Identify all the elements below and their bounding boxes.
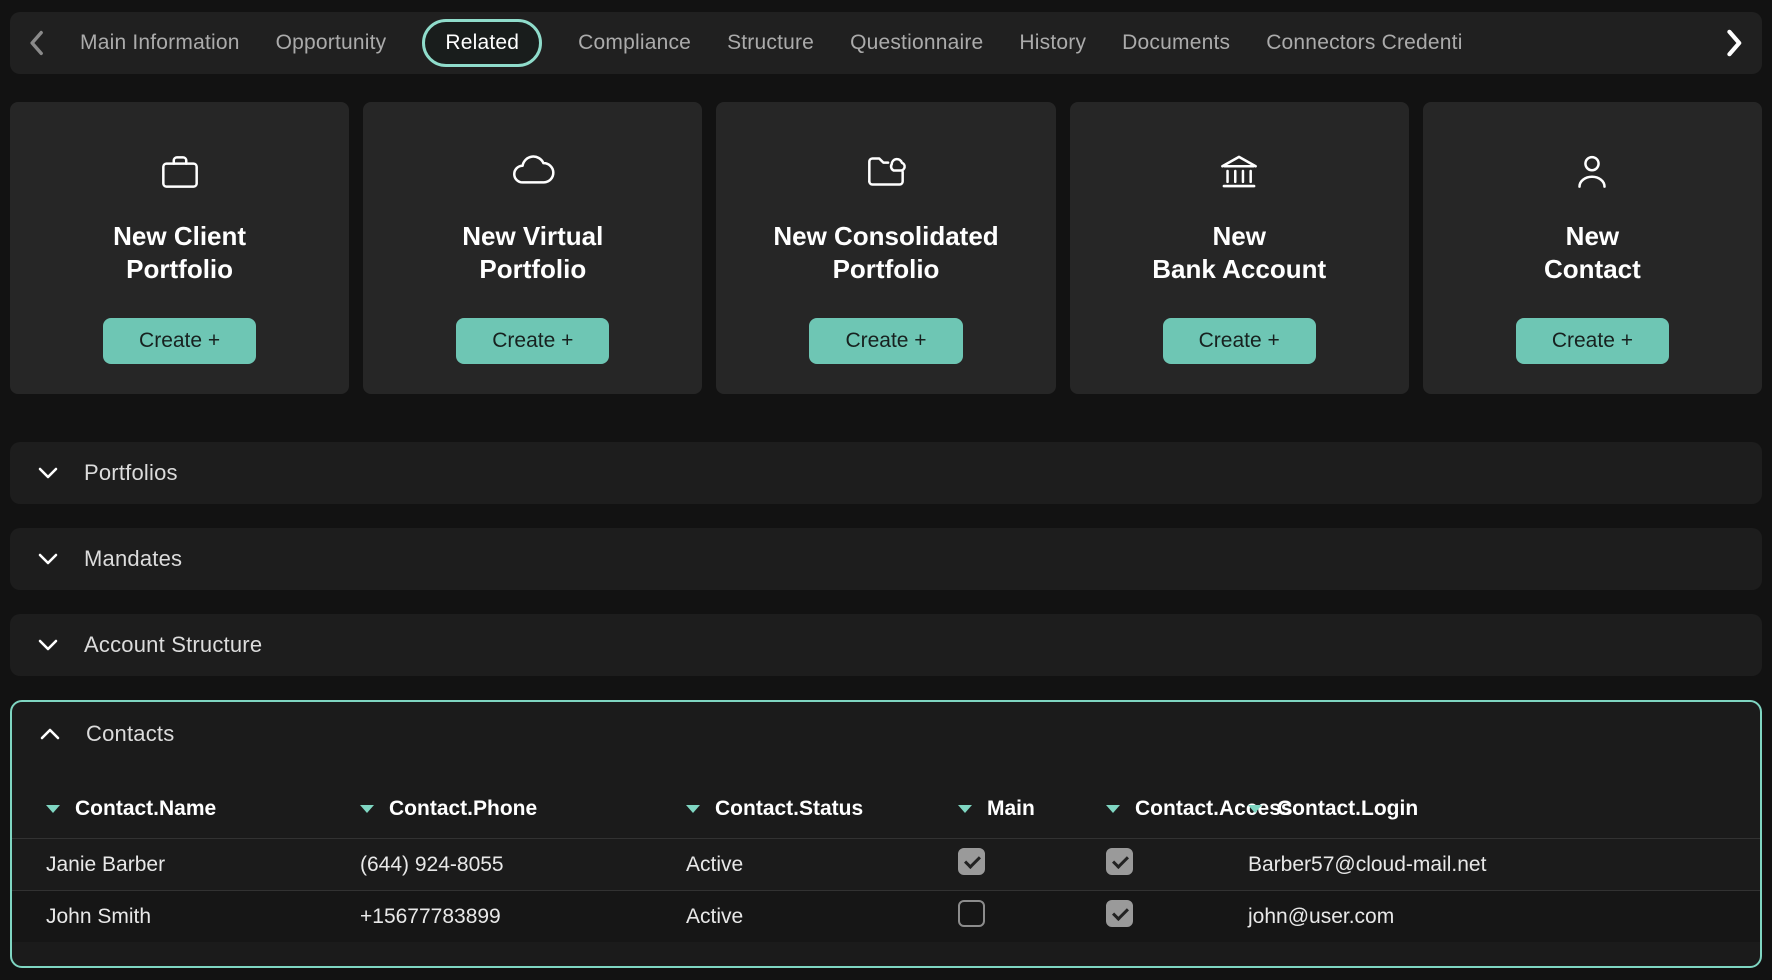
column-header-contact-login: Contact.Login bbox=[1248, 797, 1740, 821]
access-checkbox[interactable] bbox=[1106, 848, 1133, 875]
card-new-client-portfolio: New Client Portfolio Create + bbox=[10, 102, 349, 394]
section-mandates[interactable]: Mandates bbox=[10, 528, 1762, 590]
card-title: New Consolidated Portfolio bbox=[773, 220, 998, 285]
card-title: New Virtual Portfolio bbox=[462, 220, 603, 285]
filter-chevron-icon[interactable] bbox=[1248, 805, 1262, 813]
create-contact-button[interactable]: Create + bbox=[1516, 318, 1669, 364]
tab-compliance[interactable]: Compliance bbox=[578, 22, 691, 64]
section-label: Portfolios bbox=[84, 460, 178, 486]
column-header-contact-status: Contact.Status bbox=[686, 797, 958, 821]
filter-chevron-icon[interactable] bbox=[686, 805, 700, 813]
column-header-main: Main bbox=[958, 797, 1106, 821]
cell-main bbox=[958, 900, 1106, 933]
section-account-structure[interactable]: Account Structure bbox=[10, 614, 1762, 676]
create-client-portfolio-button[interactable]: Create + bbox=[103, 318, 256, 364]
card-title: New Client Portfolio bbox=[113, 220, 246, 285]
column-header-contact-phone: Contact.Phone bbox=[360, 797, 686, 821]
filter-chevron-icon[interactable] bbox=[360, 805, 374, 813]
cell-contact-access bbox=[1106, 848, 1248, 881]
chevron-up-icon bbox=[40, 728, 60, 740]
tab-structure[interactable]: Structure bbox=[727, 22, 814, 64]
chevron-down-icon bbox=[38, 639, 58, 651]
tab-main-information[interactable]: Main Information bbox=[80, 22, 240, 64]
card-title: New Bank Account bbox=[1152, 220, 1326, 285]
column-label: Main bbox=[987, 797, 1035, 821]
section-label: Mandates bbox=[84, 546, 182, 572]
create-consolidated-portfolio-button[interactable]: Create + bbox=[809, 318, 962, 364]
column-label: Contact.Name bbox=[75, 797, 216, 821]
card-title: New Contact bbox=[1544, 220, 1641, 285]
table-row[interactable]: Janie Barber (644) 924-8055 Active Barbe… bbox=[12, 838, 1760, 890]
filter-chevron-icon[interactable] bbox=[1106, 805, 1120, 813]
chevron-down-icon bbox=[38, 467, 58, 479]
tab-questionnaire[interactable]: Questionnaire bbox=[850, 22, 983, 64]
column-label: Contact.Phone bbox=[389, 797, 537, 821]
folder-cloud-icon bbox=[861, 146, 911, 198]
section-contacts-header[interactable]: Contacts bbox=[12, 702, 1760, 766]
section-label: Contacts bbox=[86, 721, 174, 747]
cell-contact-phone: +15677783899 bbox=[360, 905, 686, 929]
access-checkbox[interactable] bbox=[1106, 900, 1133, 927]
create-bank-account-button[interactable]: Create + bbox=[1163, 318, 1316, 364]
tab-connectors-credentials[interactable]: Connectors Credenti bbox=[1266, 22, 1462, 64]
column-label: Contact.Status bbox=[715, 797, 863, 821]
tab-opportunity[interactable]: Opportunity bbox=[276, 22, 387, 64]
cloud-icon bbox=[508, 146, 558, 198]
main-checkbox[interactable] bbox=[958, 900, 985, 927]
person-icon bbox=[1567, 146, 1617, 198]
main-checkbox[interactable] bbox=[958, 848, 985, 875]
section-contacts: Contacts Contact.Name Contact.Phone Cont… bbox=[10, 700, 1762, 968]
cell-contact-phone: (644) 924-8055 bbox=[360, 853, 686, 877]
cell-contact-access bbox=[1106, 900, 1248, 933]
cell-main bbox=[958, 848, 1106, 881]
card-new-bank-account: New Bank Account Create + bbox=[1070, 102, 1409, 394]
create-cards-row: New Client Portfolio Create + New Virtua… bbox=[10, 102, 1762, 394]
cell-contact-login: john@user.com bbox=[1248, 905, 1740, 929]
filter-chevron-icon[interactable] bbox=[958, 805, 972, 813]
tabs-scroll-left-icon[interactable] bbox=[28, 30, 44, 56]
column-header-contact-access: Contact.Access bbox=[1106, 797, 1248, 821]
bank-icon bbox=[1214, 146, 1264, 198]
cell-contact-status: Active bbox=[686, 905, 958, 929]
column-label: Contact.Login bbox=[1277, 797, 1418, 821]
contacts-table-header: Contact.Name Contact.Phone Contact.Statu… bbox=[12, 780, 1760, 838]
create-virtual-portfolio-button[interactable]: Create + bbox=[456, 318, 609, 364]
related-page: Main Information Opportunity Related Com… bbox=[0, 0, 1772, 980]
section-portfolios[interactable]: Portfolios bbox=[10, 442, 1762, 504]
card-new-virtual-portfolio: New Virtual Portfolio Create + bbox=[363, 102, 702, 394]
column-header-contact-name: Contact.Name bbox=[46, 797, 360, 821]
tab-related[interactable]: Related bbox=[422, 19, 542, 67]
card-new-contact: New Contact Create + bbox=[1423, 102, 1762, 394]
filter-chevron-icon[interactable] bbox=[46, 805, 60, 813]
cell-contact-name: Janie Barber bbox=[46, 853, 360, 877]
tabs-scroll-right-icon[interactable] bbox=[1726, 29, 1744, 57]
briefcase-icon bbox=[155, 146, 205, 198]
section-label: Account Structure bbox=[84, 632, 262, 658]
cell-contact-status: Active bbox=[686, 853, 958, 877]
contacts-table: Contact.Name Contact.Phone Contact.Statu… bbox=[12, 780, 1760, 942]
tab-documents[interactable]: Documents bbox=[1122, 22, 1230, 64]
card-new-consolidated-portfolio: New Consolidated Portfolio Create + bbox=[716, 102, 1055, 394]
chevron-down-icon bbox=[38, 553, 58, 565]
cell-contact-name: John Smith bbox=[46, 905, 360, 929]
tab-bar: Main Information Opportunity Related Com… bbox=[10, 12, 1762, 74]
table-row[interactable]: John Smith +15677783899 Active john@user… bbox=[12, 890, 1760, 942]
tab-history[interactable]: History bbox=[1019, 22, 1086, 64]
cell-contact-login: Barber57@cloud-mail.net bbox=[1248, 853, 1740, 877]
